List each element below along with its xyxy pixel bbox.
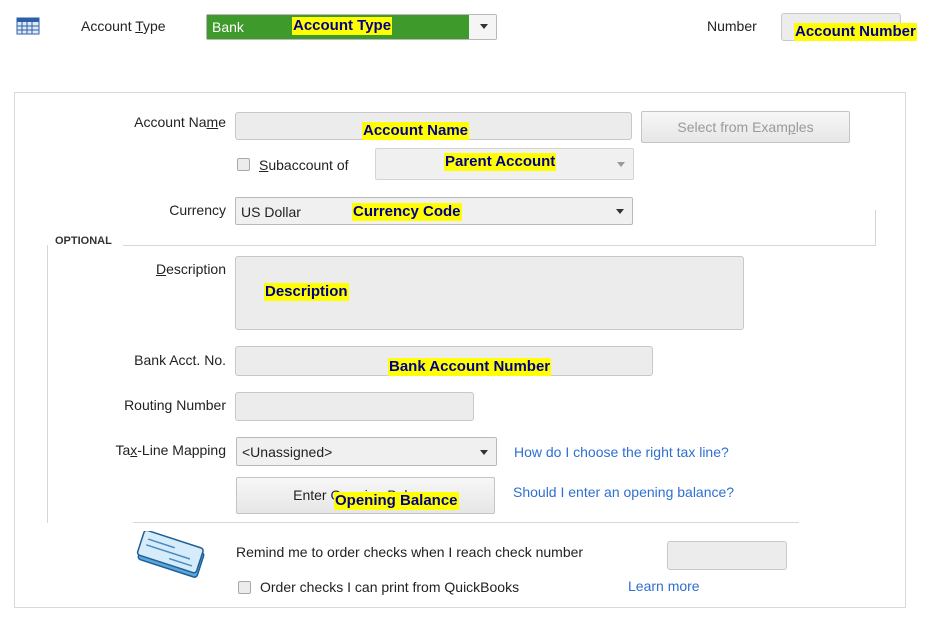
currency-value: US Dollar xyxy=(241,204,301,220)
routing-number-field[interactable] xyxy=(235,392,474,421)
order-checks-checkbox[interactable] xyxy=(238,581,251,594)
optional-divider-left xyxy=(47,245,48,523)
subaccount-checkbox[interactable] xyxy=(237,158,250,171)
taxline-mapping-label: Tax-Line Mapping xyxy=(115,442,226,458)
check-icon xyxy=(132,529,210,581)
number-label: Number xyxy=(707,18,757,34)
description-label: Description xyxy=(155,261,226,277)
order-checks-label: Order checks I can print from QuickBooks xyxy=(260,579,520,595)
taxline-value: <Unassigned> xyxy=(242,444,333,460)
select-from-examples-button[interactable]: Select from Examples xyxy=(641,111,850,143)
opening-balance-overlay: Opening Balance xyxy=(334,492,459,510)
learn-more-link[interactable]: Learn more xyxy=(628,578,700,594)
taxline-help-link[interactable]: How do I choose the right tax line? xyxy=(514,444,729,460)
account-type-value: Bank xyxy=(212,19,244,35)
chevron-down-icon[interactable] xyxy=(480,450,488,455)
chevron-down-icon[interactable] xyxy=(480,24,488,29)
account-table-icon xyxy=(16,16,40,36)
account-type-label: Account Type xyxy=(81,18,166,34)
description-overlay: Description xyxy=(264,283,349,301)
account-name-label: Account Name xyxy=(134,114,226,130)
currency-label: Currency xyxy=(169,202,226,218)
routing-number-label: Routing Number xyxy=(124,397,226,413)
remind-checks-label: Remind me to order checks when I reach c… xyxy=(236,544,584,560)
bank-acct-label: Bank Acct. No. xyxy=(134,352,226,368)
bank-acct-overlay: Bank Account Number xyxy=(388,358,552,376)
account-type-overlay: Account Type xyxy=(292,17,393,35)
optional-divider-top xyxy=(123,245,876,246)
taxline-mapping-dropdown[interactable]: <Unassigned> xyxy=(236,437,497,466)
chevron-down-icon[interactable] xyxy=(616,209,624,214)
account-number-overlay: Account Number xyxy=(794,23,917,41)
parent-account-overlay: Parent Account xyxy=(444,153,557,171)
currency-overlay: Currency Code xyxy=(352,203,462,221)
optional-divider-right xyxy=(875,210,876,246)
chevron-down-icon[interactable] xyxy=(617,162,625,167)
subaccount-label: Subaccount of xyxy=(259,157,349,173)
check-number-field[interactable] xyxy=(667,541,787,570)
checks-divider xyxy=(133,522,799,523)
account-name-overlay: Account Name xyxy=(362,122,470,140)
optional-section-label: OPTIONAL xyxy=(55,235,112,247)
opening-balance-help-link[interactable]: Should I enter an opening balance? xyxy=(513,484,734,500)
